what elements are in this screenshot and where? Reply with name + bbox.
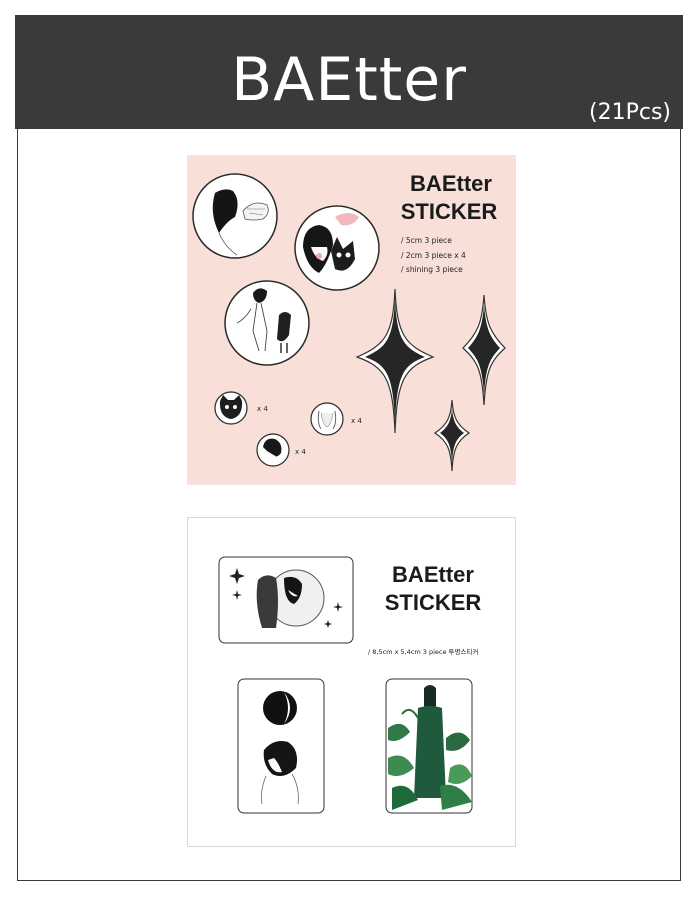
star-sticker-small (433, 399, 471, 472)
multiplier-girl: x 4 (295, 448, 306, 456)
sheet-2-title-line-2: STICKER (384, 590, 482, 615)
multiplier-cat: x 4 (257, 405, 268, 413)
sheet-1-title-line-1: BAEtter (410, 171, 492, 196)
sticker-sheet-2: BAEtter STICKER / 8,5cm x 5,4cm 3 piece … (187, 517, 516, 847)
sheet-1-spec-2: / 2cm 3 piece x 4 (401, 251, 466, 260)
small-circle-cat (214, 391, 248, 425)
small-circle-girl (256, 433, 290, 467)
small-circle-hands (310, 402, 344, 436)
sheet-1-title-line-2: STICKER (400, 199, 498, 224)
card-sticker-forest (385, 678, 473, 814)
sheet-1-spec-3: / shining 3 piece (401, 265, 463, 274)
multiplier-hands: x 4 (351, 417, 362, 425)
page-title: BAEtter (231, 45, 467, 115)
sheet-2-spec: / 8,5cm x 5,4cm 3 piece 투명스티커 (368, 648, 479, 656)
circle-sticker-3 (224, 280, 310, 366)
sheet-1-spec-1: / 5cm 3 piece (401, 236, 452, 245)
star-sticker-tall (462, 294, 506, 406)
header-bar: BAEtter (21Pcs) (15, 15, 683, 129)
star-sticker-large (355, 288, 435, 434)
sticker-sheet-1: BAEtter STICKER / 5cm 3 piece / 2cm 3 pi… (187, 155, 516, 485)
card-sticker-mirror (218, 556, 354, 644)
sheet-2-title-line-1: BAEtter (392, 562, 474, 587)
circle-sticker-1 (192, 173, 278, 259)
circle-sticker-2 (294, 205, 380, 291)
card-sticker-moon (237, 678, 325, 814)
piece-count: (21Pcs) (589, 100, 671, 125)
